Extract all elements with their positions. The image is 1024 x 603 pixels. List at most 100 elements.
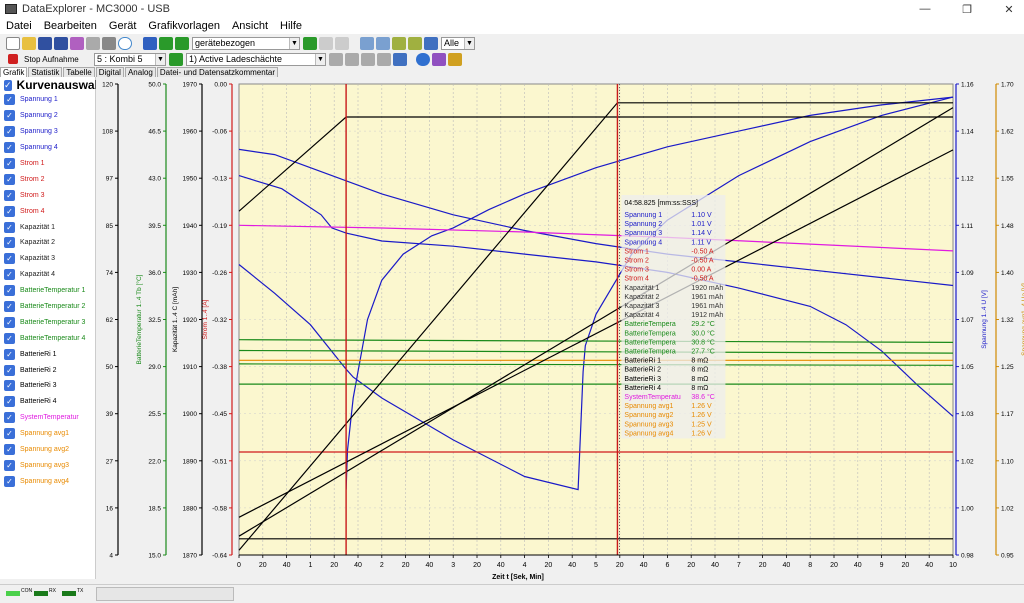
export-icon[interactable] [70,36,84,50]
checkbox-icon[interactable]: ✓ [4,285,15,297]
checkbox-icon[interactable]: ✓ [4,364,15,376]
checkbox-icon[interactable]: ✓ [4,428,15,440]
menu-geraet[interactable]: Gerät [109,20,137,32]
checkbox-icon[interactable]: ✓ [4,459,15,471]
next-record-icon[interactable] [345,52,359,66]
curve-item[interactable]: ✓ BatterieRi 1 [0,346,95,362]
settings-icon[interactable] [335,36,349,50]
checkbox-icon[interactable]: ✓ [4,348,15,360]
checkbox-icon[interactable]: ✓ [4,142,15,154]
fit-icon[interactable] [424,36,438,50]
scale-icon[interactable] [392,36,406,50]
mode-select[interactable]: gerätebezogen ▼ [192,36,300,50]
chart-area[interactable]: 0 20 40 1 20 40 2 20 40 3 20 40 4 20 40 5 20 40 6 20 40 7 20 40… [96,77,1024,584]
checkbox-icon[interactable]: ✓ [4,475,15,487]
curve-item[interactable]: ✓ Strom 2 [0,171,95,187]
minimize-button[interactable]: — [910,0,940,18]
checkbox-icon[interactable]: ✓ [4,444,15,456]
save-icon[interactable] [38,36,52,50]
curve-item[interactable]: ✓ BatterieTemperatur 4 [0,330,95,346]
tab-digital[interactable]: Digital [95,67,124,77]
arrow-left-icon[interactable] [159,36,173,50]
curve-item[interactable]: ✓ BatterieTemperatur 2 [0,299,95,315]
curve-item[interactable]: ✓ BatterieRi 3 [0,378,95,394]
menu-ansicht[interactable]: Ansicht [232,20,268,32]
pan-icon[interactable] [376,36,390,50]
checkbox-icon[interactable]: ✓ [4,79,12,91]
device-settings-icon[interactable] [432,52,446,66]
menu-grafikvorlagen[interactable]: Grafikvorlagen [148,20,220,32]
curve-item[interactable]: ✓ Spannung 4 [0,140,95,156]
curve-item[interactable]: ✓ Strom 4 [0,203,95,219]
tab-analog[interactable]: Analog [124,67,156,77]
curve-item[interactable]: ✓ Strom 1 [0,156,95,172]
save-as-icon[interactable] [54,36,68,50]
curve-item[interactable]: ✓ Kapazität 3 [0,251,95,267]
arrow-right-icon[interactable] [175,36,189,50]
checkbox-icon[interactable]: ✓ [4,301,15,313]
scale-sync-icon[interactable] [408,36,422,50]
curve-item[interactable]: ✓ Kapazität 4 [0,267,95,283]
device-select[interactable]: 5 : Kombi 5 ▼ [94,52,166,66]
checkbox-icon[interactable]: ✓ [4,94,15,106]
globe-icon[interactable] [416,52,430,66]
curve-item[interactable]: ✓ BatterieTemperatur 3 [0,314,95,330]
curve-item[interactable]: ✓ BatterieTemperatur 1 [0,283,95,299]
tab-statistik[interactable]: Statistik [28,67,63,77]
chart-edit-icon[interactable] [393,52,407,66]
tab-tabelle[interactable]: Tabelle [63,67,95,77]
checkbox-icon[interactable]: ✓ [4,205,15,217]
edit-icon[interactable] [319,36,333,50]
curve-item[interactable]: ✓ Kapazität 1 [0,219,95,235]
menu-bearbeiten[interactable]: Bearbeiten [44,20,97,32]
device-icon[interactable] [143,36,157,50]
refresh-icon[interactable] [303,36,317,50]
curve-item[interactable]: ✓ Strom 3 [0,187,95,203]
curve-item[interactable]: ✓ SystemTemperatur [0,410,95,426]
zoom-icon[interactable] [360,36,374,50]
curve-item[interactable]: ✓ BatterieRi 4 [0,394,95,410]
maximize-button[interactable]: ❐ [952,0,982,18]
print-icon[interactable] [102,36,116,50]
open-folder-icon[interactable] [22,36,36,50]
curve-item[interactable]: ✓ Spannung avg3 [0,457,95,473]
filter-select[interactable]: Alle ▼ [441,36,475,50]
checkbox-icon[interactable]: ✓ [4,173,15,185]
checkbox-icon[interactable]: ✓ [4,316,15,328]
tab-kommentar[interactable]: Datei- und Datensatzkommentar [156,67,279,77]
checkbox-icon[interactable]: ✓ [4,189,15,201]
curve-item[interactable]: ✓ Spannung avg2 [0,442,95,458]
curve-item[interactable]: ✓ BatterieRi 2 [0,362,95,378]
curve-item[interactable]: ✓ Spannung 3 [0,124,95,140]
checkbox-icon[interactable]: ✓ [4,332,15,344]
curve-item[interactable]: ✓ Spannung 2 [0,108,95,124]
stop-record-icon[interactable] [8,54,18,64]
checkbox-icon[interactable]: ✓ [4,158,15,169]
checkbox-icon[interactable]: ✓ [4,253,15,265]
checkbox-icon[interactable]: ✓ [4,380,15,392]
new-file-icon[interactable] [6,36,20,50]
previous-channel-icon[interactable] [169,52,183,66]
close-button[interactable]: ✕ [994,0,1024,18]
channel-select[interactable]: 1) Active Ladeschächte ▼ [186,52,326,66]
curve-item[interactable]: ✓ Spannung avg1 [0,426,95,442]
table-icon[interactable] [377,52,391,66]
checkbox-icon[interactable]: ✓ [4,110,15,122]
clock-icon[interactable] [118,36,132,50]
curve-item[interactable]: ✓ Spannung 1 [0,92,95,108]
curve-item[interactable]: ✓ Spannung avg4 [0,473,95,489]
help-icon[interactable] [448,52,462,66]
checkbox-icon[interactable]: ✓ [4,237,15,249]
stop-record-label[interactable]: Stop Aufnahme [24,55,92,64]
copy-icon[interactable] [86,36,100,50]
checkbox-icon[interactable]: ✓ [4,126,15,138]
delete-icon[interactable] [361,52,375,66]
menu-hilfe[interactable]: Hilfe [280,20,302,32]
checkbox-icon[interactable]: ✓ [4,269,15,281]
checkbox-icon[interactable]: ✓ [4,221,15,233]
checkbox-icon[interactable]: ✓ [4,396,15,408]
curve-selection-header[interactable]: ✓ Kurvenauswahl [0,78,105,92]
tab-grafik[interactable]: Grafik [0,67,28,77]
menu-datei[interactable]: Datei [6,20,32,32]
prev-record-icon[interactable] [329,52,343,66]
